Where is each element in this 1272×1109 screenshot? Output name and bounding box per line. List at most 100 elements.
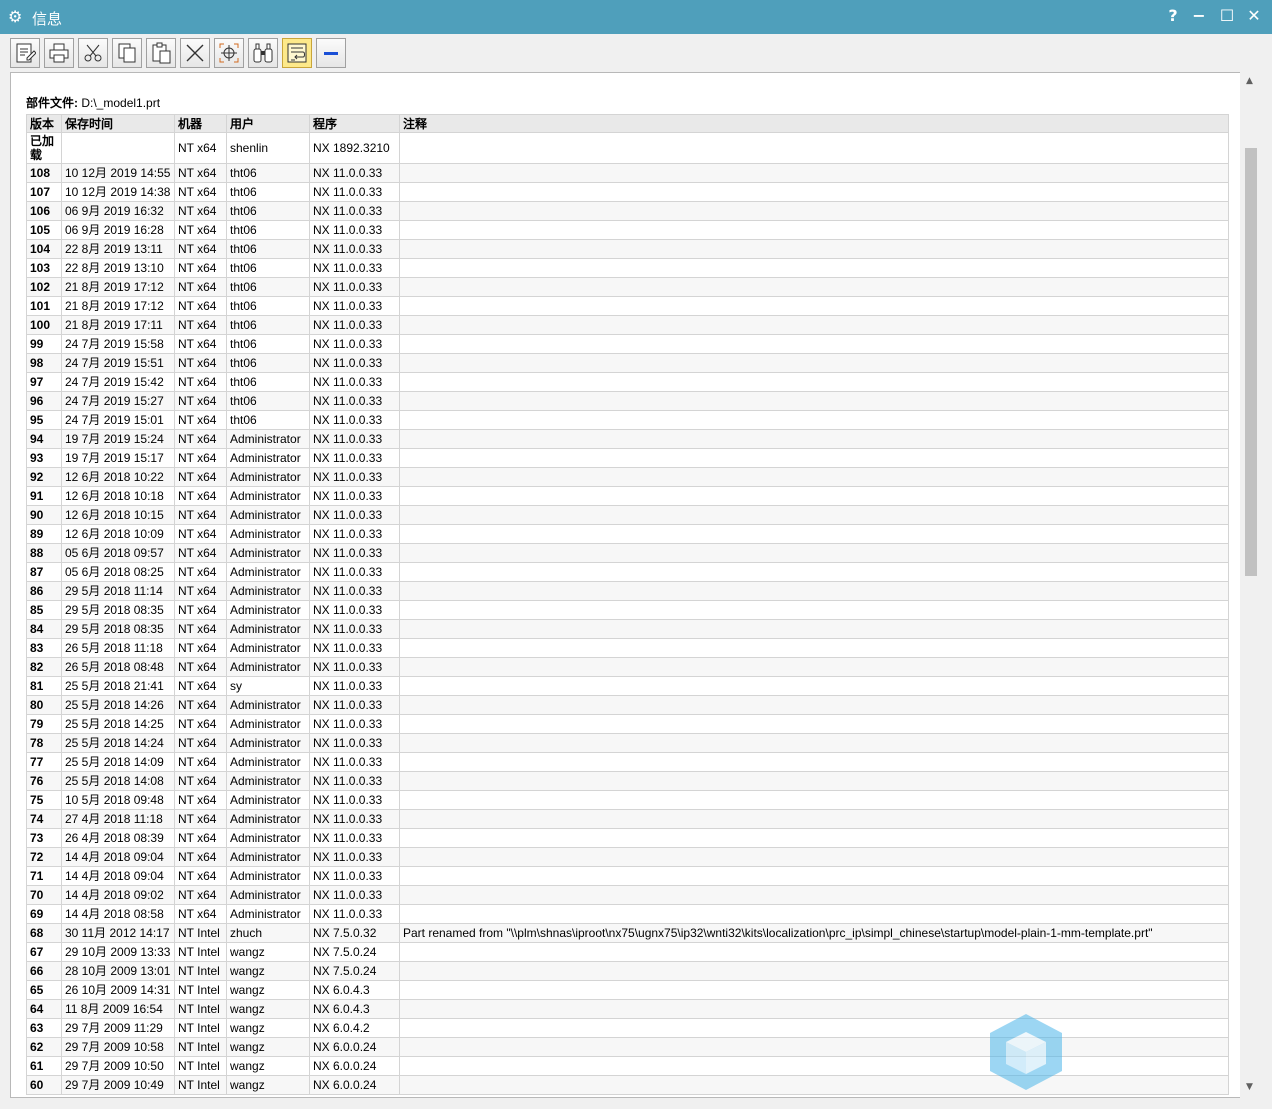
- user-cell: Administrator: [226, 581, 310, 601]
- user-cell: wangz: [226, 942, 310, 962]
- scroll-thumb[interactable]: [1245, 148, 1257, 576]
- machine-cell: NT x64: [174, 809, 227, 829]
- table-row[interactable]: 90 12 6月 2018 10:15 NT x64 Administrator NX …: [26, 505, 1229, 525]
- save-time-cell: 24 7月 2019 15:58: [61, 334, 175, 354]
- table-row[interactable]: 74 27 4月 2018 11:18 NT x64 Administrator NX …: [26, 809, 1229, 829]
- table-row[interactable]: 86 29 5月 2018 11:14 NT x64 Administrator NX …: [26, 581, 1229, 601]
- close-button[interactable]: ✕: [1243, 6, 1265, 25]
- machine-cell: NT x64: [174, 277, 227, 297]
- machine-cell: NT x64: [174, 866, 227, 886]
- table-row[interactable]: 81 25 5月 2018 21:41 NT x64 sy NX 11.0.0.33: [26, 676, 1229, 696]
- save-time-cell: 26 5月 2018 08:48: [61, 657, 175, 677]
- table-row[interactable]: 94 19 7月 2019 15:24 NT x64 Administrator NX …: [26, 429, 1229, 449]
- table-row[interactable]: 82 26 5月 2018 08:48 NT x64 Administrator NX …: [26, 657, 1229, 677]
- save-time-cell: 29 7月 2009 10:50: [61, 1056, 175, 1076]
- table-row[interactable]: 93 19 7月 2019 15:17 NT x64 Administrator NX …: [26, 448, 1229, 468]
- table-row[interactable]: 107 10 12月 2019 14:38 NT x64 tht06 NX 11.0.0…: [26, 182, 1229, 202]
- find-button[interactable]: [248, 38, 278, 68]
- save-time-cell: 24 7月 2019 15:51: [61, 353, 175, 373]
- version-cell: 84: [26, 619, 62, 639]
- gear-icon[interactable]: ⚙: [8, 7, 22, 26]
- table-row[interactable]: 78 25 5月 2018 14:24 NT x64 Administrator NX …: [26, 733, 1229, 753]
- machine-cell: NT x64: [174, 163, 227, 183]
- table-row[interactable]: 75 10 5月 2018 09:48 NT x64 Administrator NX …: [26, 790, 1229, 810]
- table-row[interactable]: 66 28 10月 2009 13:01 NT Intel wangz NX 7.5.0…: [26, 961, 1229, 981]
- table-row[interactable]: 84 29 5月 2018 08:35 NT x64 Administrator NX …: [26, 619, 1229, 639]
- table-row[interactable]: 92 12 6月 2018 10:22 NT x64 Administrator NX …: [26, 467, 1229, 487]
- table-row[interactable]: 106 06 9月 2019 16:32 NT x64 tht06 NX 11.0.0.…: [26, 201, 1229, 221]
- table-row[interactable]: 67 29 10月 2009 13:33 NT Intel wangz NX 7.5.0…: [26, 942, 1229, 962]
- table-row[interactable]: 89 12 6月 2018 10:09 NT x64 Administrator NX …: [26, 524, 1229, 544]
- table-row[interactable]: 77 25 5月 2018 14:09 NT x64 Administrator NX …: [26, 752, 1229, 772]
- table-row[interactable]: 70 14 4月 2018 09:02 NT x64 Administrator NX …: [26, 885, 1229, 905]
- notes-cell: [399, 315, 1229, 335]
- program-cell: NX 11.0.0.33: [309, 220, 400, 240]
- toolbar: [8, 36, 1272, 70]
- table-row[interactable]: 99 24 7月 2019 15:58 NT x64 tht06 NX 11.0.0.3…: [26, 334, 1229, 354]
- table-row[interactable]: 80 25 5月 2018 14:26 NT x64 Administrator NX …: [26, 695, 1229, 715]
- table-row[interactable]: 98 24 7月 2019 15:51 NT x64 tht06 NX 11.0.0.3…: [26, 353, 1229, 373]
- save-time-cell: 14 4月 2018 09:02: [61, 885, 175, 905]
- program-cell: NX 7.5.0.32: [309, 923, 400, 943]
- version-cell: 81: [26, 676, 62, 696]
- minus-button[interactable]: [316, 38, 346, 68]
- user-cell: tht06: [226, 334, 310, 354]
- table-row[interactable]: 73 26 4月 2018 08:39 NT x64 Administrator NX …: [26, 828, 1229, 848]
- user-cell: Administrator: [226, 714, 310, 734]
- table-row[interactable]: 76 25 5月 2018 14:08 NT x64 Administrator NX …: [26, 771, 1229, 791]
- wrap-button[interactable]: [282, 38, 312, 68]
- program-cell: NX 11.0.0.33: [309, 733, 400, 753]
- table-row[interactable]: 101 21 8月 2019 17:12 NT x64 tht06 NX 11.0.0.…: [26, 296, 1229, 316]
- table-row[interactable]: 91 12 6月 2018 10:18 NT x64 Administrator NX …: [26, 486, 1229, 506]
- program-cell: NX 6.0.0.24: [309, 1075, 400, 1095]
- version-cell: 79: [26, 714, 62, 734]
- minimize-button[interactable]: −: [1188, 6, 1210, 25]
- notes-cell: [399, 524, 1229, 544]
- notes-cell: [399, 505, 1229, 525]
- vertical-scrollbar[interactable]: ▲ ▼: [1240, 72, 1262, 1098]
- table-row[interactable]: 108 10 12月 2019 14:55 NT x64 tht06 NX 11.0.0…: [26, 163, 1229, 183]
- table-row[interactable]: 105 06 9月 2019 16:28 NT x64 tht06 NX 11.0.0.…: [26, 220, 1229, 240]
- paste-icon: [152, 42, 171, 64]
- user-cell: tht06: [226, 277, 310, 297]
- scroll-up-arrow-icon[interactable]: ▲: [1246, 76, 1253, 86]
- scroll-down-arrow-icon[interactable]: ▼: [1246, 1082, 1253, 1092]
- notes-cell: [399, 638, 1229, 658]
- save-button[interactable]: [10, 38, 40, 68]
- table-row[interactable]: 69 14 4月 2018 08:58 NT x64 Administrator NX …: [26, 904, 1229, 924]
- program-cell: NX 11.0.0.33: [309, 505, 400, 525]
- table-row[interactable]: 88 05 6月 2018 09:57 NT x64 Administrator NX …: [26, 543, 1229, 563]
- table-row[interactable]: 95 24 7月 2019 15:01 NT x64 tht06 NX 11.0.0.3…: [26, 410, 1229, 430]
- table-row[interactable]: 102 21 8月 2019 17:12 NT x64 tht06 NX 11.0.0.…: [26, 277, 1229, 297]
- table-row[interactable]: 72 14 4月 2018 09:04 NT x64 Administrator NX …: [26, 847, 1229, 867]
- paste-button[interactable]: [146, 38, 176, 68]
- program-cell: NX 11.0.0.33: [309, 771, 400, 791]
- table-row[interactable]: 71 14 4月 2018 09:04 NT x64 Administrator NX …: [26, 866, 1229, 886]
- print-button[interactable]: [44, 38, 74, 68]
- table-row[interactable]: 96 24 7月 2019 15:27 NT x64 tht06 NX 11.0.0.3…: [26, 391, 1229, 411]
- table-row[interactable]: 100 21 8月 2019 17:11 NT x64 tht06 NX 11.0.0.…: [26, 315, 1229, 335]
- table-row[interactable]: 97 24 7月 2019 15:42 NT x64 tht06 NX 11.0.0.3…: [26, 372, 1229, 392]
- table-row[interactable]: 65 26 10月 2009 14:31 NT Intel wangz NX 6.0.4…: [26, 980, 1229, 1000]
- version-cell: 60: [26, 1075, 62, 1095]
- table-row[interactable]: 79 25 5月 2018 14:25 NT x64 Administrator NX …: [26, 714, 1229, 734]
- save-time-cell: 25 5月 2018 14:25: [61, 714, 175, 734]
- version-cell: 106: [26, 201, 62, 221]
- table-row[interactable]: 104 22 8月 2019 13:11 NT x64 tht06 NX 11.0.0.…: [26, 239, 1229, 259]
- table-row[interactable]: 83 26 5月 2018 11:18 NT x64 Administrator NX …: [26, 638, 1229, 658]
- save-time-cell: 29 7月 2009 11:29: [61, 1018, 175, 1038]
- table-row[interactable]: 85 29 5月 2018 08:35 NT x64 Administrator NX …: [26, 600, 1229, 620]
- help-button[interactable]: ?: [1162, 6, 1184, 25]
- table-row[interactable]: 87 05 6月 2018 08:25 NT x64 Administrator NX …: [26, 562, 1229, 582]
- maximize-button[interactable]: ☐: [1216, 6, 1238, 25]
- table-row[interactable]: 68 30 11月 2012 14:17 NT Intel zhuch NX 7.5.0…: [26, 923, 1229, 943]
- delete-button[interactable]: [180, 38, 210, 68]
- copy-button[interactable]: [112, 38, 142, 68]
- center-button[interactable]: [214, 38, 244, 68]
- cut-button[interactable]: [78, 38, 108, 68]
- version-cell: 96: [26, 391, 62, 411]
- table-row[interactable]: 已加载 NT x64 shenlin NX 1892.3210: [26, 132, 1229, 164]
- save-time-cell: 14 4月 2018 09:04: [61, 847, 175, 867]
- table-row[interactable]: 103 22 8月 2019 13:10 NT x64 tht06 NX 11.0.0.…: [26, 258, 1229, 278]
- version-cell: 88: [26, 543, 62, 563]
